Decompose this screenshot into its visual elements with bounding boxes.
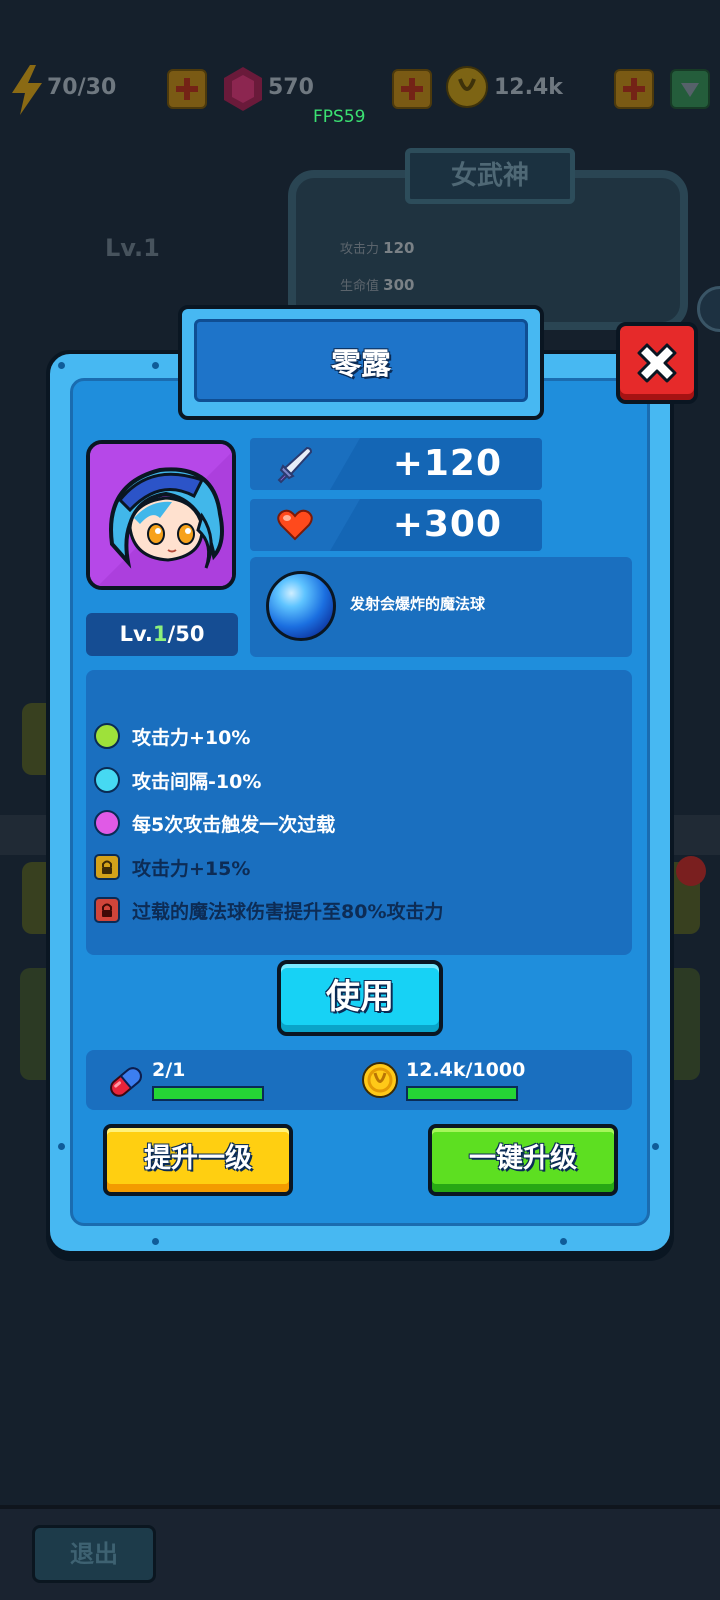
attack-stat-row: +120 — [250, 438, 542, 490]
upgrade-max-button[interactable]: 一键升级 — [428, 1124, 618, 1196]
energy-icon — [12, 65, 42, 115]
bolt — [152, 362, 159, 369]
upgrade-one-level-button[interactable]: 提升一级 — [103, 1124, 293, 1196]
perk-item: 每5次攻击触发一次过载 — [94, 809, 335, 837]
perk-item: 攻击力+10% — [94, 722, 250, 750]
attack-bonus-value: +120 — [392, 443, 502, 484]
bolt — [152, 1238, 159, 1245]
bg-hero-level: Lv.1 — [105, 234, 160, 262]
cyan-dot-icon — [94, 767, 120, 793]
heart-icon — [277, 509, 313, 541]
perk-item: 攻击力+15% — [94, 853, 250, 881]
perk-text: 攻击力+10% — [132, 726, 251, 749]
shield-icon — [681, 83, 699, 97]
hp-stat-row: +300 — [250, 499, 542, 551]
popup-title-plate: 零露 — [178, 305, 544, 420]
level-current: 1 — [152, 622, 168, 646]
coin-icon — [362, 1062, 398, 1098]
energy-count: 70/30 — [47, 75, 117, 100]
coin-count: 12.4k — [494, 75, 563, 100]
purple-dot-icon — [94, 810, 120, 836]
skill-description: 发射会爆炸的魔法球 — [350, 595, 486, 613]
perk-text: 每5次攻击触发一次过载 — [132, 813, 336, 836]
level-max: /50 — [167, 622, 205, 646]
upgrade-cost: 2/1 12.4k/1000 — [86, 1050, 632, 1110]
bg-hp-label: 生命值 — [340, 279, 380, 294]
perk-text: 攻击力+15% — [132, 857, 251, 880]
bolt — [58, 1143, 65, 1150]
lock-icon — [94, 854, 120, 880]
bg-attack-label: 攻击力 — [340, 242, 380, 257]
coin-progress-bar — [406, 1086, 518, 1101]
pill-cost-text: 2/1 — [152, 1059, 186, 1081]
hero-name: 零露 — [331, 346, 391, 382]
add-coins-button[interactable] — [614, 69, 654, 109]
sword-icon — [277, 446, 313, 484]
bg-hp-value: 300 — [383, 276, 415, 294]
capsule-icon — [110, 1067, 142, 1097]
bg-attack-value: 120 — [383, 239, 415, 257]
fps-counter: FPS59 — [313, 107, 366, 127]
bg-alert-badge — [676, 856, 706, 886]
perk-text: 攻击间隔-10% — [132, 770, 262, 793]
bg-attack-stat: 攻击力 120 — [340, 238, 414, 257]
close-button[interactable] — [616, 322, 698, 404]
perk-list: 攻击力+10% 攻击间隔-10% 每5次攻击触发一次过载 攻击力+15% 过载的… — [86, 670, 632, 955]
coin-icon — [446, 66, 488, 108]
gem-count: 570 — [268, 75, 314, 100]
hero-portrait-icon — [90, 444, 232, 586]
close-icon — [637, 343, 677, 383]
perk-text: 过载的魔法球伤害提升至80%攻击力 — [132, 900, 444, 923]
add-gems-button[interactable] — [392, 69, 432, 109]
skill-info: 发射会爆炸的魔法球 — [250, 557, 632, 657]
bolt — [58, 362, 65, 369]
magic-orb-icon — [266, 571, 336, 641]
hp-bonus-value: +300 — [392, 504, 502, 545]
lock-icon — [94, 897, 120, 923]
add-energy-button[interactable] — [167, 69, 207, 109]
pill-progress-bar — [152, 1086, 264, 1101]
use-button[interactable]: 使用 — [277, 960, 443, 1036]
perk-item: 过载的魔法球伤害提升至80%攻击力 — [94, 896, 443, 924]
level-prefix: Lv. — [119, 622, 153, 646]
hero-level-badge: Lv.1/50 — [86, 613, 238, 656]
coin-cost-text: 12.4k/1000 — [406, 1059, 526, 1081]
bolt — [560, 1238, 567, 1245]
exit-button[interactable]: 退出 — [32, 1525, 156, 1583]
bg-hero-title: 女武神 — [405, 148, 575, 204]
bg-hp-stat: 生命值 300 — [340, 275, 414, 294]
hero-avatar — [86, 440, 236, 590]
shop-button[interactable] — [670, 69, 710, 109]
perk-item: 攻击间隔-10% — [94, 766, 261, 794]
gem-icon — [224, 67, 262, 111]
bolt — [652, 1143, 659, 1150]
green-dot-icon — [94, 723, 120, 749]
